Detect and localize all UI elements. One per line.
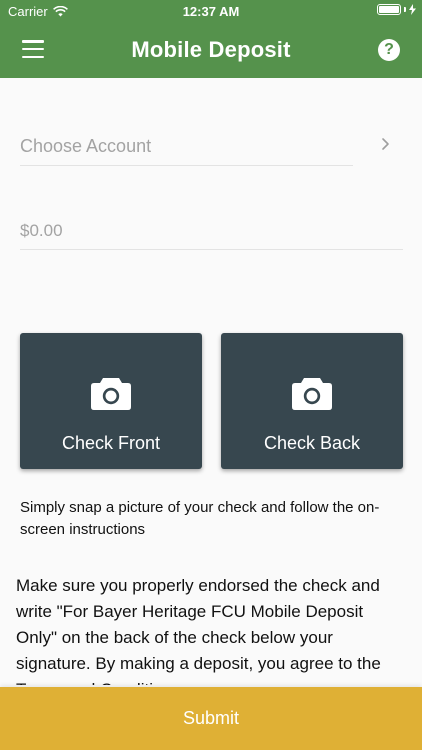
choose-account-select[interactable]: Choose Account xyxy=(20,126,353,166)
chevron-right-icon[interactable] xyxy=(380,134,392,154)
status-bar: Carrier 12:37 AM xyxy=(0,0,422,22)
app-header: Carrier 12:37 AM Mobile Deposit ? xyxy=(0,0,422,78)
battery-icon xyxy=(377,4,401,15)
status-time: 12:37 AM xyxy=(182,4,240,19)
instruction-text: Simply snap a picture of your check and … xyxy=(20,499,380,538)
camera-icon xyxy=(91,378,131,410)
battery-level-fill xyxy=(379,6,399,13)
page-title: Mobile Deposit xyxy=(131,37,291,62)
charging-bolt-icon xyxy=(409,4,416,15)
check-front-button[interactable]: Check Front xyxy=(20,333,202,469)
check-front-label: Check Front xyxy=(61,433,161,453)
submit-button[interactable]: Submit xyxy=(0,687,422,750)
amount-input[interactable] xyxy=(20,212,403,250)
battery-tip xyxy=(404,7,406,12)
check-back-label: Check Back xyxy=(263,433,361,453)
check-back-button[interactable]: Check Back xyxy=(221,333,403,469)
disclaimer-scroll-area[interactable]: Make sure you properly endorsed the chec… xyxy=(16,573,408,685)
camera-icon xyxy=(292,378,332,410)
status-right xyxy=(377,4,416,15)
help-question-icon[interactable]: ? xyxy=(378,39,400,61)
choose-account-placeholder: Choose Account xyxy=(20,136,152,156)
disclaimer-text: Make sure you properly endorsed the chec… xyxy=(16,576,381,685)
help-glyph: ? xyxy=(384,41,394,58)
